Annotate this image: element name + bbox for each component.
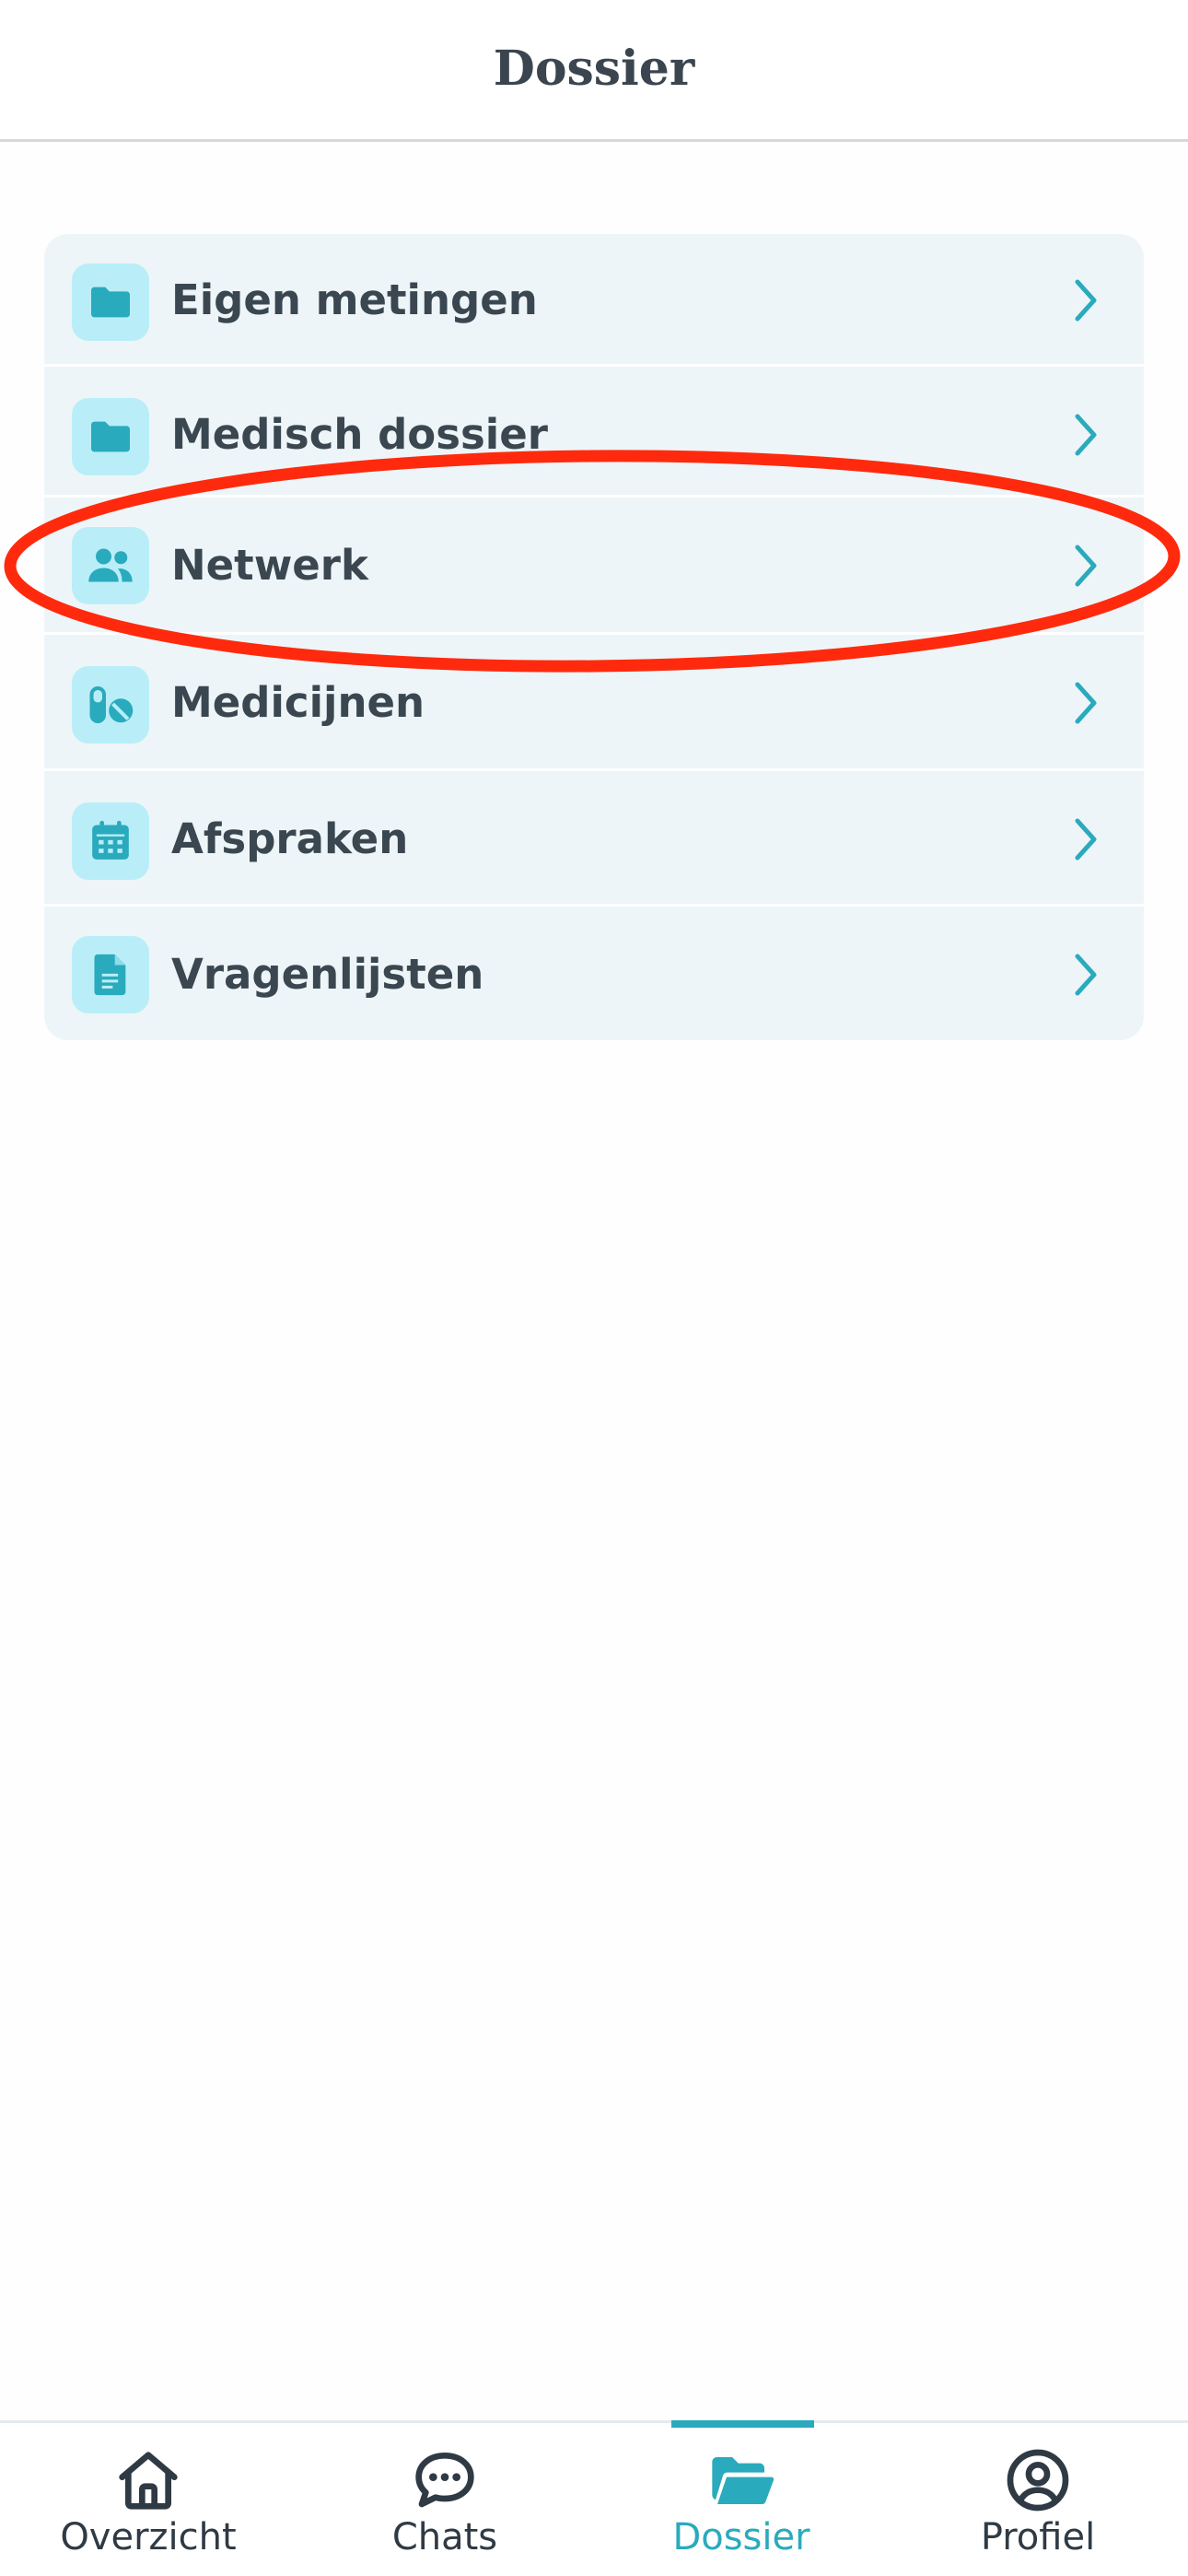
chevron-right-icon: [1075, 818, 1097, 861]
page-title: Dossier: [493, 41, 695, 97]
dossier-menu: Eigen metingen Medisch dossier Netwerk M…: [44, 234, 1144, 1040]
folder-icon: [72, 398, 149, 475]
menu-item-medisch-dossier[interactable]: Medisch dossier: [44, 369, 1144, 498]
menu-item-label: Afspraken: [171, 814, 409, 863]
chevron-right-icon: [1075, 279, 1097, 322]
chevron-right-icon: [1075, 954, 1097, 996]
menu-item-label: Medisch dossier: [171, 410, 548, 459]
folder-open-icon: [712, 2457, 775, 2504]
home-icon: [119, 2452, 178, 2510]
people-icon: [72, 527, 149, 604]
chevron-right-icon: [1075, 544, 1097, 587]
tab-overzicht[interactable]: Overzicht: [0, 2423, 297, 2576]
tab-bar: Overzicht Chats Dossier Profiel: [0, 2420, 1188, 2576]
menu-item-label: Eigen metingen: [171, 275, 538, 324]
active-tab-indicator: [671, 2420, 814, 2428]
tab-label: Overzicht: [60, 2516, 237, 2558]
tab-label: Profiel: [980, 2516, 1096, 2558]
menu-item-vragenlijsten[interactable]: Vragenlijsten: [44, 908, 1144, 1040]
pills-icon: [72, 666, 149, 744]
header: Dossier: [0, 0, 1188, 142]
tab-label: Chats: [391, 2516, 498, 2558]
calendar-icon: [72, 802, 149, 880]
document-icon: [72, 936, 149, 1013]
folder-icon: [72, 263, 149, 341]
tab-label: Dossier: [672, 2516, 810, 2558]
tab-profiel[interactable]: Profiel: [890, 2423, 1186, 2576]
profile-icon: [1007, 2449, 1069, 2512]
chevron-right-icon: [1075, 414, 1097, 456]
menu-item-afspraken[interactable]: Afspraken: [44, 773, 1144, 907]
tab-dossier[interactable]: Dossier: [593, 2423, 890, 2576]
chat-icon: [415, 2453, 474, 2508]
menu-item-label: Vragenlijsten: [171, 950, 484, 999]
menu-item-label: Netwerk: [171, 541, 368, 590]
menu-item-medicijnen[interactable]: Medicijnen: [44, 637, 1144, 771]
chevron-right-icon: [1075, 682, 1097, 724]
tab-chats[interactable]: Chats: [297, 2423, 593, 2576]
menu-item-eigen-metingen[interactable]: Eigen metingen: [44, 234, 1144, 367]
menu-item-label: Medicijnen: [171, 678, 425, 727]
menu-item-netwerk[interactable]: Netwerk: [44, 499, 1144, 635]
